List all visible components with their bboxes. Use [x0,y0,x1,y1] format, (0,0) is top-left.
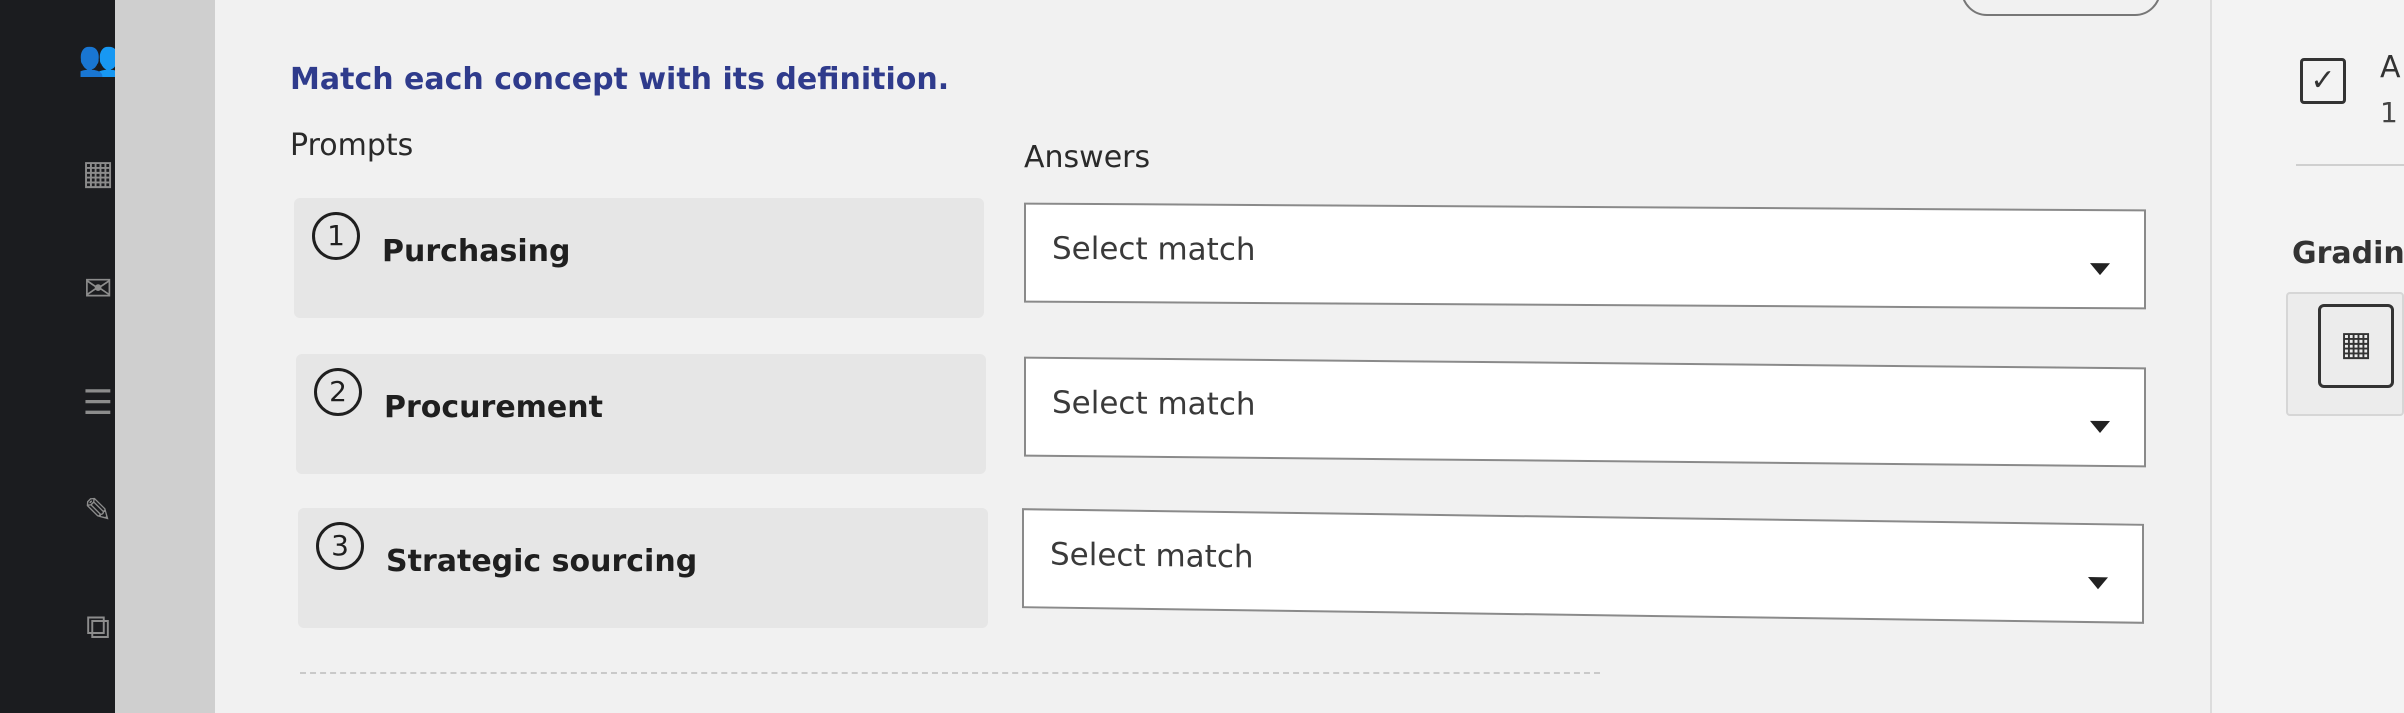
calculator-icon[interactable]: ▦ [2318,304,2394,388]
chevron-down-icon [2088,577,2108,590]
panel-heading: A [2380,50,2401,85]
answer-select-3[interactable]: Select match [1022,508,2144,624]
select-placeholder: Select match [1052,384,1256,423]
top-pill-button[interactable] [1961,0,2161,16]
chevron-down-icon [2090,263,2110,276]
question-title: Match each concept with its definition. [290,62,950,97]
answer-select-1[interactable]: Select match [1024,202,2146,310]
section-divider [300,672,1600,674]
calendar-icon[interactable]: ▦ [78,150,118,196]
answers-label: Answers [1024,140,1151,175]
pencil-icon[interactable]: ✎ [78,488,118,534]
window-icon[interactable]: ⧉ [78,604,118,650]
prompt-text: Procurement [384,390,603,425]
prompts-label: Prompts [290,128,414,163]
list-icon[interactable]: ☰ [78,380,118,426]
panel-count: 1 [2380,96,2398,129]
number-badge: 3 [316,522,364,570]
number-badge: 2 [314,368,362,416]
answer-select-2[interactable]: Select match [1024,356,2146,468]
chevron-down-icon [2090,420,2110,434]
prompt-card-1: 1 Purchasing [294,198,984,318]
grading-heading: Gradin [2292,236,2404,271]
left-rail: 👥 ▦ ✉ ☰ ✎ ⧉ [0,0,120,713]
prompt-card-3: 3 Strategic sourcing [298,508,988,628]
checkbox-icon[interactable]: ✓ [2300,58,2346,104]
prompt-text: Strategic sourcing [386,544,698,579]
select-placeholder: Select match [1052,230,1256,268]
mail-icon[interactable]: ✉ [78,266,118,312]
prompt-text: Purchasing [382,234,571,269]
number-badge: 1 [312,212,360,260]
prompt-card-2: 2 Procurement [296,354,986,474]
panel-divider [2296,164,2404,166]
gutter [115,0,215,713]
select-placeholder: Select match [1050,536,1254,576]
people-icon[interactable]: 👥 [78,36,120,82]
